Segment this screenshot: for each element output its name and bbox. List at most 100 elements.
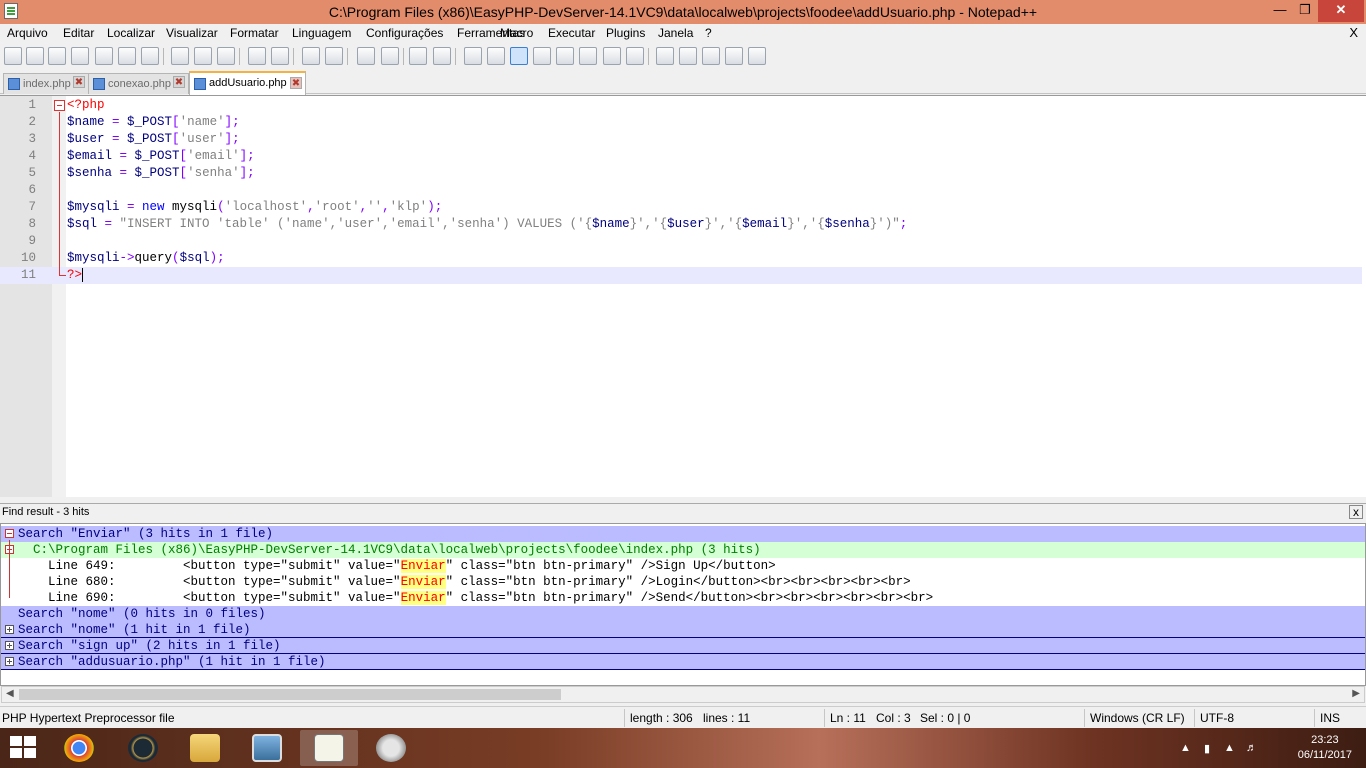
find-search-row[interactable]: Search "addusuario.php" (1 hit in 1 file…	[1, 654, 1365, 670]
code-token: ];	[224, 132, 240, 146]
scroll-left-arrow-icon[interactable]: ◀	[6, 688, 14, 699]
word-wrap-icon[interactable]	[464, 47, 482, 65]
scrollbar-thumb[interactable]	[19, 689, 561, 700]
record-macro-icon[interactable]	[656, 47, 674, 65]
taskbar-chrome[interactable]	[50, 730, 108, 766]
tab-close-icon[interactable]: ✖	[173, 76, 185, 88]
sync-horizontal-icon[interactable]	[433, 47, 451, 65]
find-hit-row[interactable]: Line 649: <button type="submit" value="E…	[1, 558, 1365, 574]
menu-macro[interactable]: Macro	[500, 26, 533, 40]
function-list-icon[interactable]	[579, 47, 597, 65]
menu-plugins[interactable]: Plugins	[606, 26, 645, 40]
find-search-row[interactable]: Search "Enviar" (3 hits in 1 file)	[1, 526, 1365, 542]
tab-close-icon[interactable]: ✖	[290, 77, 302, 89]
zoom-in-icon[interactable]	[357, 47, 375, 65]
code-line[interactable]: 10 $mysqli->query($sql);	[0, 250, 1362, 267]
horizontal-scrollbar[interactable]: ◀ ▶	[1, 686, 1365, 703]
start-button[interactable]	[10, 736, 38, 760]
tab-close-icon[interactable]: ✖	[73, 76, 85, 88]
close-icon[interactable]	[95, 47, 113, 65]
save-macro-icon[interactable]	[748, 47, 766, 65]
menu-visualizar[interactable]: Visualizar	[166, 26, 218, 40]
redo-icon[interactable]	[271, 47, 289, 65]
close-all-icon[interactable]	[118, 47, 136, 65]
close-find-panel-button[interactable]: x	[1349, 505, 1363, 519]
doc-map-icon[interactable]	[556, 47, 574, 65]
code-line[interactable]: 2 $name = $_POST['name'];	[0, 114, 1362, 131]
network-icon[interactable]: ▲	[1224, 742, 1238, 754]
play-macro-icon[interactable]	[702, 47, 720, 65]
find-file-row[interactable]: C:\Program Files (x86)\EasyPHP-DevServer…	[1, 542, 1365, 558]
find-search-row[interactable]: Search "nome" (0 hits in 0 files)	[1, 606, 1365, 622]
line-code: $email = $_POST['email'];	[67, 148, 255, 165]
menu-executar[interactable]: Executar	[548, 26, 595, 40]
code-line[interactable]: 7 $mysqli = new mysqli('localhost','root'…	[0, 199, 1362, 216]
taskbar-league-of-legends[interactable]	[114, 730, 172, 766]
menu-localizar[interactable]: Localizar	[107, 26, 155, 40]
menu-help[interactable]: ?	[705, 26, 712, 40]
paste-icon[interactable]	[217, 47, 235, 65]
save-icon[interactable]	[48, 47, 66, 65]
tree-expand-icon[interactable]	[5, 625, 14, 634]
tab-addusuario-php[interactable]: addUsuario.php ✖	[189, 71, 306, 95]
find-icon[interactable]	[302, 47, 320, 65]
tree-collapse-icon[interactable]	[5, 529, 14, 538]
close-window-button[interactable]: ✕	[1318, 0, 1364, 22]
find-search-row[interactable]: Search "sign up" (2 hits in 1 file)	[1, 638, 1365, 654]
replace-icon[interactable]	[325, 47, 343, 65]
scroll-right-arrow-icon[interactable]: ▶	[1352, 688, 1360, 699]
copy-icon[interactable]	[194, 47, 212, 65]
print-icon[interactable]	[141, 47, 159, 65]
show-all-chars-icon[interactable]	[487, 47, 505, 65]
menu-editar[interactable]: Editar	[63, 26, 94, 40]
code-line[interactable]: 8 $sql = "INSERT INTO 'table' ('name','us…	[0, 216, 1362, 233]
menu-configuracoes[interactable]: Configurações	[366, 26, 443, 40]
volume-icon[interactable]: ♬	[1246, 742, 1260, 754]
close-document-button[interactable]: X	[1349, 25, 1358, 40]
maximize-button[interactable]: ❐	[1290, 0, 1320, 22]
code-line[interactable]: 9	[0, 233, 1362, 250]
code-line[interactable]: 5 $senha = $_POST['senha'];	[0, 165, 1362, 182]
indent-guide-icon[interactable]	[510, 47, 528, 65]
menu-arquivo[interactable]: Arquivo	[7, 26, 48, 40]
code-line[interactable]: 11 ?>	[0, 267, 1362, 284]
find-hit-row[interactable]: Line 690: <button type="submit" value="E…	[1, 590, 1365, 606]
code-line[interactable]: 3 $user = $_POST['user'];	[0, 131, 1362, 148]
cut-icon[interactable]	[171, 47, 189, 65]
undo-icon[interactable]	[248, 47, 266, 65]
find-search-row[interactable]: Search "nome" (1 hit in 1 file)	[1, 622, 1365, 638]
code-line[interactable]: 1 <?php	[0, 97, 1362, 114]
sync-vertical-icon[interactable]	[409, 47, 427, 65]
fold-collapse-icon[interactable]	[54, 100, 65, 111]
open-file-icon[interactable]	[26, 47, 44, 65]
power-icon[interactable]: ▮	[1204, 742, 1218, 755]
save-all-icon[interactable]	[71, 47, 89, 65]
tree-expand-icon[interactable]	[5, 641, 14, 650]
code-line[interactable]: 4 $email = $_POST['email'];	[0, 148, 1362, 165]
menu-formatar[interactable]: Formatar	[230, 26, 279, 40]
run-macro-multiple-icon[interactable]	[725, 47, 743, 65]
find-results-panel[interactable]: Search "Enviar" (3 hits in 1 file) C:\Pr…	[0, 523, 1366, 686]
show-hidden-icons-icon[interactable]: ▲	[1180, 742, 1194, 754]
taskbar-photo-viewer[interactable]	[238, 730, 296, 766]
tab-index-php[interactable]: index.php ✖	[3, 73, 89, 94]
tab-conexao-php[interactable]: conexao.php ✖	[88, 73, 189, 94]
zoom-out-icon[interactable]	[381, 47, 399, 65]
menu-janela[interactable]: Janela	[658, 26, 693, 40]
code-token: $senha	[67, 166, 113, 180]
code-editor[interactable]: 1 <?php 2 $name = $_POST['name']; 3 $user = $…	[0, 95, 1366, 497]
monitor-icon[interactable]	[626, 47, 644, 65]
taskbar-file-explorer[interactable]	[176, 730, 234, 766]
code-line[interactable]: 6	[0, 182, 1362, 199]
taskbar-audio-app[interactable]	[362, 730, 420, 766]
folder-workspace-icon[interactable]	[603, 47, 621, 65]
find-hit-row[interactable]: Line 680: <button type="submit" value="E…	[1, 574, 1365, 590]
system-clock[interactable]: 23:23 06/11/2017	[1298, 733, 1352, 763]
tree-expand-icon[interactable]	[5, 657, 14, 666]
line-code: <?php	[67, 97, 105, 114]
new-file-icon[interactable]	[4, 47, 22, 65]
menu-linguagem[interactable]: Linguagem	[292, 26, 351, 40]
user-language-icon[interactable]	[533, 47, 551, 65]
taskbar-notepad-plus-plus[interactable]	[300, 730, 358, 766]
stop-macro-icon[interactable]	[679, 47, 697, 65]
